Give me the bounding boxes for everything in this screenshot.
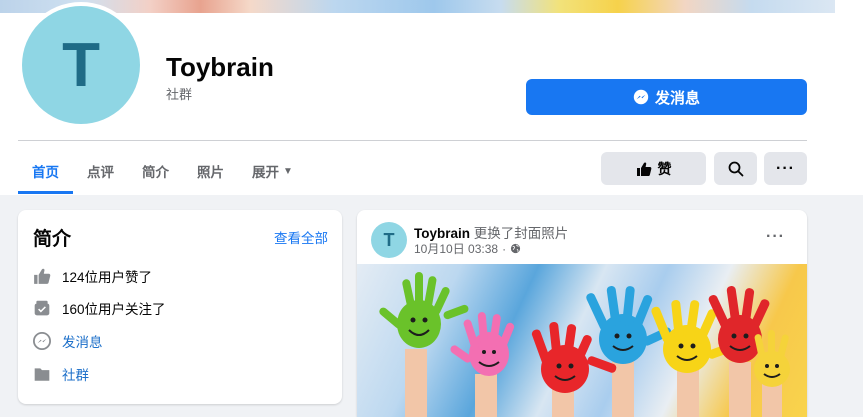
like-button[interactable]: 赞 [601, 152, 706, 185]
more-options-button[interactable]: ··· [764, 152, 807, 185]
see-all-link[interactable]: 查看全部 [274, 227, 328, 247]
tab-label: 简介 [142, 165, 169, 180]
tab-label: 展开 [252, 165, 279, 180]
tab-about[interactable]: 简介 [128, 148, 183, 194]
painted-hands-illustration [379, 272, 790, 417]
thumbs-up-icon [32, 266, 52, 286]
ellipsis-icon: ··· [776, 159, 795, 177]
page-tabs: 首页 点评 简介 照片 展开 ▼ [18, 148, 307, 194]
page-avatar[interactable]: T [22, 6, 140, 124]
follow-icon [32, 298, 52, 318]
intro-title: 简介 [33, 229, 72, 250]
post-timestamp[interactable]: 10月10日 03:38 [414, 240, 498, 257]
intro-likes-row: 124位用户赞了 [32, 266, 152, 286]
search-icon [728, 161, 743, 176]
tab-label: 照片 [197, 165, 224, 180]
category-icon [32, 364, 52, 384]
intro-message-text: 发消息 [62, 335, 103, 350]
thumbs-up-icon [636, 162, 651, 176]
send-message-label: 发消息 [654, 89, 700, 107]
tab-label: 首页 [32, 165, 59, 180]
page-category: 社群 [166, 87, 193, 102]
intro-followers-text: 160位用户关注了 [62, 302, 166, 317]
globe-icon [510, 243, 521, 254]
header-divider [18, 140, 807, 141]
cover-edge [835, 0, 863, 13]
post-cover-photo[interactable] [357, 264, 807, 417]
intro-category-row[interactable]: 社群 [32, 364, 89, 384]
tab-photos[interactable]: 照片 [183, 148, 238, 194]
post-author-avatar[interactable]: T [371, 222, 407, 258]
post-header: Toybrain 更换了封面照片 [414, 222, 568, 242]
post-card: T Toybrain 更换了封面照片 10月10日 03:38 · ··· [357, 210, 807, 417]
post-timestamp-row: 10月10日 03:38 · [414, 240, 521, 257]
dot-separator: · [502, 241, 507, 256]
messenger-icon [633, 89, 649, 105]
tab-reviews[interactable]: 点评 [73, 148, 128, 194]
intro-category-text: 社群 [62, 368, 89, 383]
post-author[interactable]: Toybrain [414, 226, 470, 241]
avatar-letter: T [383, 229, 395, 250]
avatar-letter: T [62, 30, 100, 100]
intro-card: 简介 查看全部 124位用户赞了 160位用户关注了 发消息 社群 [18, 210, 342, 404]
page-title: Toybrain [166, 52, 274, 82]
intro-followers-row: 160位用户关注了 [32, 298, 166, 318]
messenger-icon [32, 331, 52, 351]
search-button[interactable] [714, 152, 757, 185]
post-options-button[interactable]: ··· [766, 228, 785, 246]
intro-likes-text: 124位用户赞了 [62, 270, 153, 285]
cover-photo-strip[interactable] [0, 0, 835, 13]
send-message-button[interactable]: 发消息 [526, 79, 807, 115]
tab-label: 点评 [87, 165, 114, 180]
tab-home[interactable]: 首页 [18, 148, 73, 194]
caret-down-icon: ▼ [283, 165, 293, 177]
like-label: 赞 [657, 160, 672, 177]
intro-message-row[interactable]: 发消息 [32, 331, 103, 351]
tab-more[interactable]: 展开 ▼ [238, 148, 307, 194]
post-action: 更换了封面照片 [473, 226, 569, 241]
